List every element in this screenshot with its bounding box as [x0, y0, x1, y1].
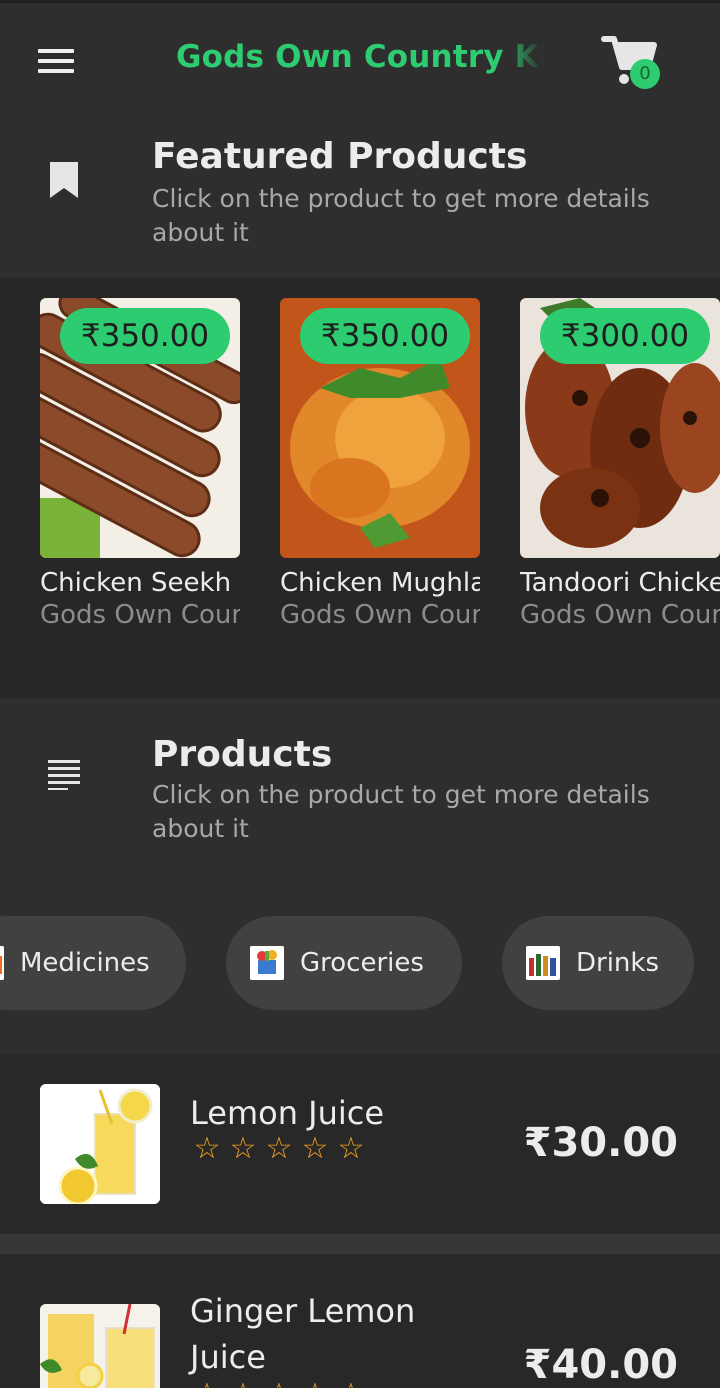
featured-subtitle: Click on the product to get more details…	[152, 184, 650, 247]
star-empty-icon: ☆	[190, 1378, 224, 1388]
featured-product-vendor: Gods Own Country Kitchen	[280, 600, 480, 630]
cart-button[interactable]: 0	[600, 33, 664, 93]
products-section-header: Products Click on the product to get mor…	[0, 698, 720, 898]
row-divider	[0, 1234, 720, 1254]
product-price: ₹40.00	[523, 1342, 678, 1388]
featured-product-vendor: Gods Own Country Kitchen	[40, 600, 240, 630]
star-empty-icon: ☆	[229, 1131, 257, 1166]
featured-product-name: Chicken Seekh Kebab	[40, 568, 240, 598]
cart-count-badge: 0	[630, 59, 660, 89]
category-chip-groceries[interactable]: Groceries	[226, 916, 462, 1010]
product-thumbnail	[40, 1304, 160, 1388]
featured-title: Featured Products	[152, 136, 528, 177]
product-name: Ginger Lemon Juice	[190, 1292, 416, 1376]
category-chip-label: Groceries	[300, 948, 424, 978]
category-chip-label: Medicines	[20, 948, 150, 978]
product-thumbnail	[40, 1084, 160, 1204]
category-chip-drinks[interactable]: Drinks	[502, 916, 694, 1010]
featured-section-header: Featured Products Click on the product t…	[0, 118, 720, 278]
product-name: Lemon Juice	[190, 1094, 385, 1132]
products-title: Products	[152, 734, 333, 775]
featured-product-image: ₹350.00	[280, 298, 480, 558]
rating-stars: ☆ ☆ ☆ ☆ ☆	[190, 1132, 368, 1166]
featured-product-card[interactable]: ₹300.00 Tandoori Chicken Gods Own Countr…	[520, 298, 720, 630]
rating-stars: ☆ ☆ ☆ ☆ ☆	[190, 1378, 368, 1388]
star-empty-icon: ☆	[265, 1131, 293, 1166]
product-list-item[interactable]: Ginger Lemon Juice ☆ ☆ ☆ ☆ ☆ ₹40.00	[0, 1254, 720, 1388]
price-tag[interactable]: ₹350.00	[60, 308, 230, 364]
star-empty-icon: ☆	[298, 1378, 332, 1388]
star-empty-icon: ☆	[301, 1131, 329, 1166]
app-bar: Gods Own Country Kitchen 0	[0, 0, 720, 118]
products-subtitle: Click on the product to get more details…	[152, 780, 650, 843]
category-chips[interactable]: Medicines Groceries Drinks	[0, 916, 720, 1012]
hamburger-menu-icon[interactable]	[36, 47, 76, 77]
featured-product-image: ₹300.00	[520, 298, 720, 558]
star-empty-icon: ☆	[193, 1131, 221, 1166]
app-title: Gods Own Country Kitchen	[176, 39, 544, 75]
drinks-icon	[526, 946, 560, 980]
app-screen: Gods Own Country Kitchen 0 Featured Prod…	[0, 0, 720, 1388]
star-empty-icon: ☆	[334, 1378, 368, 1388]
product-list-item[interactable]: Lemon Juice ☆ ☆ ☆ ☆ ☆ ₹30.00	[0, 1054, 720, 1234]
product-price: ₹30.00	[523, 1120, 678, 1166]
featured-product-card[interactable]: ₹350.00 Chicken Seekh Kebab Gods Own Cou…	[40, 298, 240, 630]
featured-product-image: ₹350.00	[40, 298, 240, 558]
featured-product-name: Tandoori Chicken	[520, 568, 720, 598]
featured-product-vendor: Gods Own Country Kitchen	[520, 600, 720, 630]
star-empty-icon: ☆	[226, 1378, 260, 1388]
featured-product-card[interactable]: ₹350.00 Chicken Mughlai Gods Own Country…	[280, 298, 480, 630]
medicines-icon	[0, 946, 4, 980]
featured-products-carousel[interactable]: ₹350.00 Chicken Seekh Kebab Gods Own Cou…	[0, 278, 720, 698]
category-chip-label: Drinks	[576, 948, 660, 978]
bookmark-icon	[50, 162, 78, 198]
category-chip-medicines[interactable]: Medicines	[0, 916, 186, 1010]
groceries-icon	[250, 946, 284, 980]
list-icon	[48, 760, 80, 790]
price-tag[interactable]: ₹350.00	[300, 308, 470, 364]
featured-product-name: Chicken Mughlai	[280, 568, 480, 598]
star-empty-icon: ☆	[337, 1131, 365, 1166]
star-empty-icon: ☆	[262, 1378, 296, 1388]
price-tag[interactable]: ₹300.00	[540, 308, 710, 364]
